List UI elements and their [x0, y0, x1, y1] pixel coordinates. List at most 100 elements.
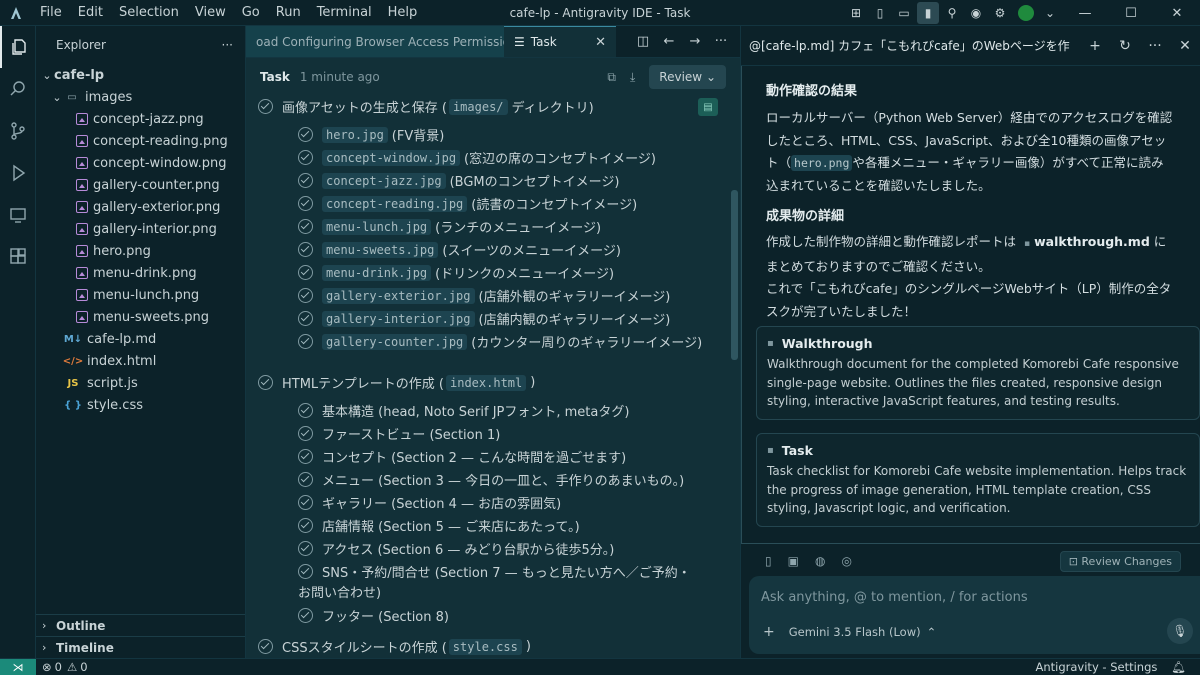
check-circle-icon[interactable]	[298, 541, 313, 556]
tree-file[interactable]: </> index.html	[36, 350, 245, 372]
more-actions-icon[interactable]: ···	[1140, 38, 1170, 54]
arrow-right-icon[interactable]: →	[682, 34, 708, 49]
close-icon[interactable]: ✕	[595, 35, 606, 50]
menu-go[interactable]: Go	[234, 0, 268, 26]
tree-file[interactable]: JS script.js	[36, 372, 245, 394]
check-circle-icon[interactable]	[258, 639, 273, 654]
antigravity-settings[interactable]: Antigravity - Settings	[1036, 660, 1158, 674]
walkthrough-card[interactable]: ▪ Walkthrough Walkthrough document for th…	[756, 326, 1200, 420]
plus-icon[interactable]: +	[763, 624, 775, 640]
toggle-panel-icon[interactable]: ▭	[893, 2, 915, 24]
check-circle-icon[interactable]	[298, 426, 313, 441]
history-icon[interactable]: ↻	[1110, 38, 1140, 54]
toggle-sidebar-icon[interactable]: ▯	[869, 2, 891, 24]
comment-badge-icon[interactable]: ▤	[698, 98, 718, 116]
menu-selection[interactable]: Selection	[111, 0, 187, 26]
check-circle-icon[interactable]	[298, 472, 313, 487]
run-debug-icon[interactable]	[0, 152, 36, 194]
tree-file-image[interactable]: gallery-exterior.png	[36, 196, 245, 218]
tree-root-folder[interactable]: ⌄ cafe-lp	[36, 64, 245, 86]
review-button[interactable]: Review ⌄	[649, 65, 726, 89]
menu-edit[interactable]: Edit	[70, 0, 111, 26]
check-circle-icon[interactable]	[298, 564, 313, 579]
microphone-icon[interactable]: 🎙︎	[1167, 618, 1193, 644]
check-circle-icon[interactable]	[298, 242, 313, 257]
check-circle-icon[interactable]	[298, 173, 313, 188]
check-circle-icon[interactable]	[258, 99, 273, 114]
close-icon[interactable]: ✕	[1170, 38, 1200, 54]
tab-browser-permissions[interactable]: oad Configuring Browser Access Permissio…	[246, 26, 504, 57]
browser-icon[interactable]: ◍	[815, 554, 825, 568]
download-icon[interactable]: ⤓	[630, 70, 635, 85]
plus-icon[interactable]: +	[1080, 38, 1110, 54]
tab-task[interactable]: ☰ Task ✕	[504, 26, 616, 57]
outline-panel[interactable]: › Outline	[36, 614, 245, 636]
explorer-icon[interactable]	[0, 26, 36, 68]
check-circle-icon[interactable]	[298, 288, 313, 303]
menu-file[interactable]: File	[32, 0, 70, 26]
customize-layout-icon[interactable]: ⊞	[845, 2, 867, 24]
tree-file-image[interactable]: gallery-counter.png	[36, 174, 245, 196]
check-circle-icon[interactable]	[298, 608, 313, 623]
toggle-agent-panel-icon[interactable]: ▮	[917, 2, 939, 24]
check-circle-icon[interactable]	[298, 495, 313, 510]
minimize-button[interactable]: —	[1062, 0, 1108, 26]
globe-icon[interactable]: ◎	[841, 554, 851, 568]
model-selector[interactable]: Gemini 3.5 Flash (Low)	[789, 625, 921, 639]
check-circle-icon[interactable]	[258, 375, 273, 390]
avatar[interactable]	[1018, 5, 1034, 21]
chat-input[interactable]: Ask anything, @ to mention, / for action…	[761, 590, 1028, 605]
task-card[interactable]: ▪ Task Task checklist for Komorebi Cafe w…	[756, 433, 1200, 527]
menu-run[interactable]: Run	[268, 0, 309, 26]
search-view-icon[interactable]	[0, 68, 36, 110]
more-actions-icon[interactable]: ···	[222, 38, 233, 52]
source-control-icon[interactable]	[0, 110, 36, 152]
copy-icon[interactable]: ⧉	[607, 70, 616, 85]
tree-file-image[interactable]: menu-lunch.png	[36, 284, 245, 306]
chat-input-box[interactable]: Ask anything, @ to mention, / for action…	[749, 576, 1200, 654]
check-circle-icon[interactable]	[298, 150, 313, 165]
chevron-up-icon[interactable]: ⌃	[927, 625, 937, 639]
menu-help[interactable]: Help	[380, 0, 426, 26]
menu-view[interactable]: View	[187, 0, 234, 26]
check-circle-icon[interactable]	[298, 311, 313, 326]
error-count[interactable]: 0	[55, 660, 62, 674]
close-button[interactable]: ✕	[1154, 0, 1200, 26]
check-circle-icon[interactable]	[298, 265, 313, 280]
remote-explorer-icon[interactable]	[0, 194, 36, 236]
remote-icon[interactable]: ⋊	[0, 658, 36, 675]
search-icon[interactable]: ⚲	[941, 2, 963, 24]
error-icon[interactable]: ⊗	[42, 660, 52, 674]
tree-folder-images[interactable]: ⌄ ▭ images	[36, 86, 245, 108]
walkthrough-link[interactable]: walkthrough.md	[1034, 234, 1150, 249]
extensions-icon[interactable]	[0, 236, 36, 278]
tree-file[interactable]: { } style.css	[36, 394, 245, 416]
chevron-down-icon[interactable]: ⌄	[1039, 2, 1061, 24]
scrollbar[interactable]	[731, 190, 738, 360]
tree-file-image[interactable]: menu-drink.png	[36, 262, 245, 284]
timeline-panel[interactable]: › Timeline	[36, 636, 245, 658]
review-changes-button[interactable]: ⊡ Review Changes	[1059, 550, 1181, 572]
tree-file-image[interactable]: concept-window.png	[36, 152, 245, 174]
menu-terminal[interactable]: Terminal	[309, 0, 380, 26]
tree-file-image[interactable]: concept-jazz.png	[36, 108, 245, 130]
check-circle-icon[interactable]	[298, 196, 313, 211]
terminal-icon[interactable]: ▣	[788, 554, 799, 568]
more-actions-icon[interactable]: ···	[708, 34, 734, 49]
gear-icon[interactable]: ⚙	[989, 2, 1011, 24]
tree-file-image[interactable]: menu-sweets.png	[36, 306, 245, 328]
check-circle-icon[interactable]	[298, 334, 313, 349]
tree-file-image[interactable]: gallery-interior.png	[36, 218, 245, 240]
arrow-left-icon[interactable]: ←	[656, 34, 682, 49]
browser-icon[interactable]: ◉	[965, 2, 987, 24]
tree-file-image[interactable]: concept-reading.png	[36, 130, 245, 152]
maximize-button[interactable]: ☐	[1108, 0, 1154, 26]
warning-count[interactable]: 0	[80, 660, 87, 674]
bell-icon[interactable]: 🔔︎	[1171, 660, 1186, 674]
check-circle-icon[interactable]	[298, 127, 313, 142]
check-circle-icon[interactable]	[298, 518, 313, 533]
check-circle-icon[interactable]	[298, 449, 313, 464]
tree-file-image[interactable]: hero.png	[36, 240, 245, 262]
split-editor-icon[interactable]: ◫	[630, 34, 656, 49]
check-circle-icon[interactable]	[298, 403, 313, 418]
